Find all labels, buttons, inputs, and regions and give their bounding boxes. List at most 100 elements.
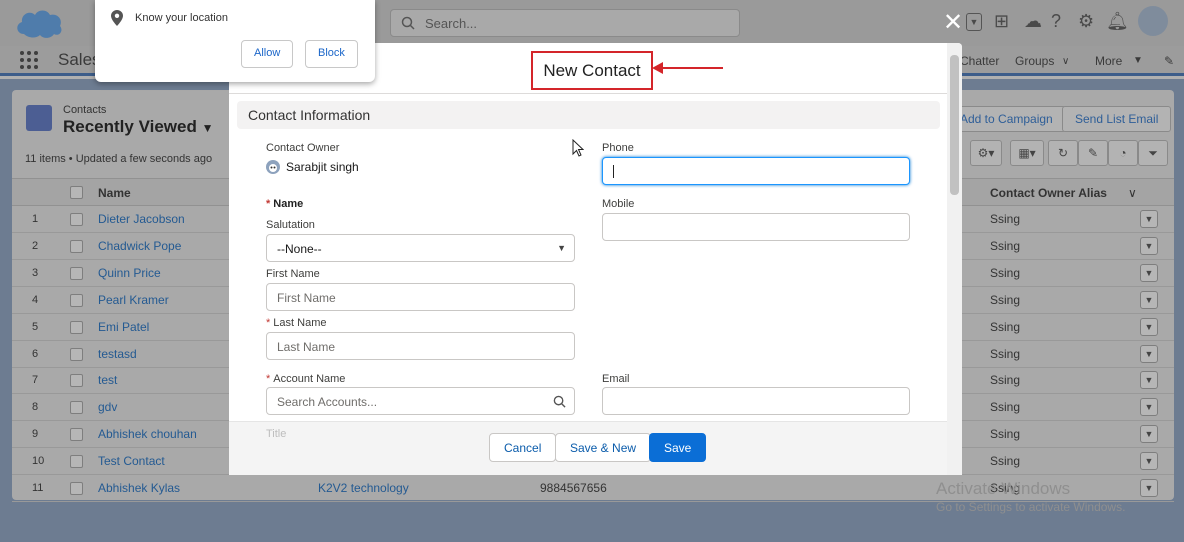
row-checkbox[interactable]	[70, 239, 83, 253]
contact-name-link[interactable]: Chadwick Pope	[98, 239, 181, 253]
row-actions-caret-down-icon[interactable]: ▼	[1140, 263, 1158, 282]
edit-list-icon[interactable]: ✎	[1078, 140, 1108, 166]
row-checkbox[interactable]	[70, 401, 83, 415]
first-name-field[interactable]: First Name	[266, 283, 575, 311]
windows-watermark-subtitle: Go to Settings to activate Windows.	[936, 500, 1126, 514]
chevron-down-icon[interactable]: ∨	[1128, 186, 1137, 200]
contact-name-link[interactable]: gdv	[98, 400, 117, 414]
row-actions-caret-down-icon[interactable]: ▼	[1140, 479, 1158, 497]
row-actions-caret-down-icon[interactable]: ▼	[1140, 344, 1158, 363]
send-list-email-button[interactable]: Send List Email	[1062, 106, 1172, 132]
owner-alias-cell: Ssing	[990, 238, 1021, 253]
last-name-placeholder: Last Name	[277, 340, 336, 354]
row-checkbox[interactable]	[70, 213, 83, 226]
caret-down-icon[interactable]: ▼	[966, 13, 982, 31]
row-actions-caret-down-icon[interactable]: ▼	[1140, 398, 1158, 417]
contact-name-link[interactable]: Test Contact	[98, 454, 165, 468]
row-number: 2	[32, 239, 39, 252]
row-checkbox[interactable]	[70, 320, 83, 334]
save-and-new-button[interactable]: Save & New	[555, 433, 652, 462]
row-checkbox[interactable]	[70, 374, 83, 388]
block-button[interactable]: Block	[305, 40, 358, 68]
row-number: 11	[32, 482, 44, 494]
global-search-input[interactable]: Search...	[390, 9, 740, 37]
contact-name-link[interactable]: Dieter Jacobson	[98, 212, 185, 226]
list-view-name[interactable]: Recently Viewed ▼	[63, 117, 213, 137]
last-name-label-text: Last Name	[273, 317, 327, 329]
add-to-campaign-button[interactable]: Add to Campaign	[947, 106, 1066, 132]
modal-scrollbar[interactable]	[947, 43, 962, 475]
mouse-cursor-icon	[572, 139, 584, 157]
avatar-icon[interactable]	[1138, 6, 1168, 36]
filter-icon[interactable]: ⏷	[1138, 140, 1168, 166]
last-name-field[interactable]: Last Name	[266, 332, 575, 360]
contact-name-link[interactable]: test	[98, 373, 117, 387]
nav-item-groups[interactable]: Groups	[1015, 54, 1054, 68]
account-placeholder: Search Accounts...	[277, 395, 378, 409]
contact-name-link[interactable]: Pearl Kramer	[98, 293, 169, 307]
refresh-icon[interactable]: ↻	[1048, 140, 1078, 166]
contact-name-link[interactable]: Emi Patel	[98, 320, 149, 334]
nav-item-chatter[interactable]: Chatter	[960, 54, 999, 68]
plus-icon[interactable]: ⊞	[994, 11, 1009, 32]
first-name-label: First Name	[266, 268, 320, 280]
row-actions-caret-down-icon[interactable]: ▼	[1140, 371, 1158, 390]
section-contact-information[interactable]: Contact Information	[237, 101, 940, 129]
owner-alias-cell: Ssing	[990, 346, 1021, 361]
mobile-field[interactable]	[602, 213, 910, 241]
row-actions-caret-down-icon[interactable]: ▼	[1140, 317, 1158, 336]
edit-pencil-icon[interactable]: ✎	[1164, 54, 1174, 68]
scrollbar-thumb[interactable]	[950, 55, 959, 195]
row-actions-caret-down-icon[interactable]: ▼	[1140, 425, 1158, 444]
owner-alias-cell: Ssing	[990, 265, 1021, 280]
select-all-checkbox[interactable]	[70, 186, 83, 199]
account-search-input[interactable]: Search Accounts...	[266, 387, 575, 415]
bell-cloud-icon[interactable]: ☁	[1024, 11, 1042, 32]
row-actions-caret-down-icon[interactable]: ▼	[1140, 236, 1158, 255]
row-actions-caret-down-icon[interactable]: ▼	[1140, 290, 1158, 309]
help-icon[interactable]: ?	[1051, 11, 1061, 32]
global-search-placeholder: Search...	[425, 16, 478, 31]
row-checkbox[interactable]	[70, 266, 83, 280]
account-name-link[interactable]: K2V2 technology	[318, 481, 409, 495]
allow-button[interactable]: Allow	[241, 40, 294, 68]
contact-name-link[interactable]: Quinn Price	[98, 266, 161, 280]
modal-title: New Contact	[531, 51, 653, 90]
row-checkbox[interactable]	[70, 428, 83, 442]
nav-item-more[interactable]: More	[1095, 54, 1122, 68]
save-button[interactable]: Save	[649, 433, 707, 462]
name-label-text: Name	[273, 198, 304, 210]
row-checkbox[interactable]	[70, 347, 83, 361]
phone-field[interactable]	[602, 157, 910, 185]
email-field[interactable]	[602, 387, 910, 415]
charts-icon[interactable]: ◔	[1108, 140, 1138, 166]
contact-name-link[interactable]: testasd	[98, 347, 137, 361]
row-checkbox[interactable]	[70, 455, 83, 469]
row-checkbox[interactable]	[70, 293, 83, 307]
contact-name-link[interactable]: Abhishek chouhan	[98, 427, 197, 441]
row-number: 6	[32, 347, 39, 360]
gear-icon[interactable]: ⚙	[1078, 11, 1094, 32]
text-caret	[613, 165, 614, 178]
caret-down-icon[interactable]: ▼	[1133, 55, 1143, 66]
contacts-icon	[26, 105, 52, 131]
salesforce-logo-icon[interactable]	[14, 6, 64, 40]
column-header-owner-alias[interactable]: Contact Owner Alias	[990, 186, 1107, 200]
display-as-table-icon[interactable]: ▦▾	[1010, 140, 1044, 166]
phone-label: Phone	[602, 142, 634, 154]
owner-alias-cell: Ssing	[990, 212, 1021, 226]
cancel-button[interactable]: Cancel	[489, 433, 557, 462]
row-actions-caret-down-icon[interactable]: ▼	[1140, 452, 1158, 471]
column-header-name[interactable]: Name	[98, 186, 131, 200]
bell-icon[interactable]: 🔔︎	[1106, 11, 1129, 32]
salutation-select[interactable]: --None-- ▼	[266, 234, 575, 262]
chevron-down-icon[interactable]: ∨	[1062, 56, 1069, 67]
list-settings-gear-icon[interactable]: ⚙▾	[970, 140, 1002, 166]
close-icon[interactable]: ✕	[943, 8, 963, 37]
row-number: 8	[32, 401, 39, 414]
app-launcher-icon[interactable]	[20, 51, 40, 71]
contact-name-link[interactable]: Abhishek Kylas	[98, 481, 180, 495]
row-actions-caret-down-icon[interactable]: ▼	[1140, 210, 1158, 228]
row-checkbox[interactable]	[70, 482, 83, 495]
owner-alias-cell: Ssing	[990, 373, 1021, 388]
